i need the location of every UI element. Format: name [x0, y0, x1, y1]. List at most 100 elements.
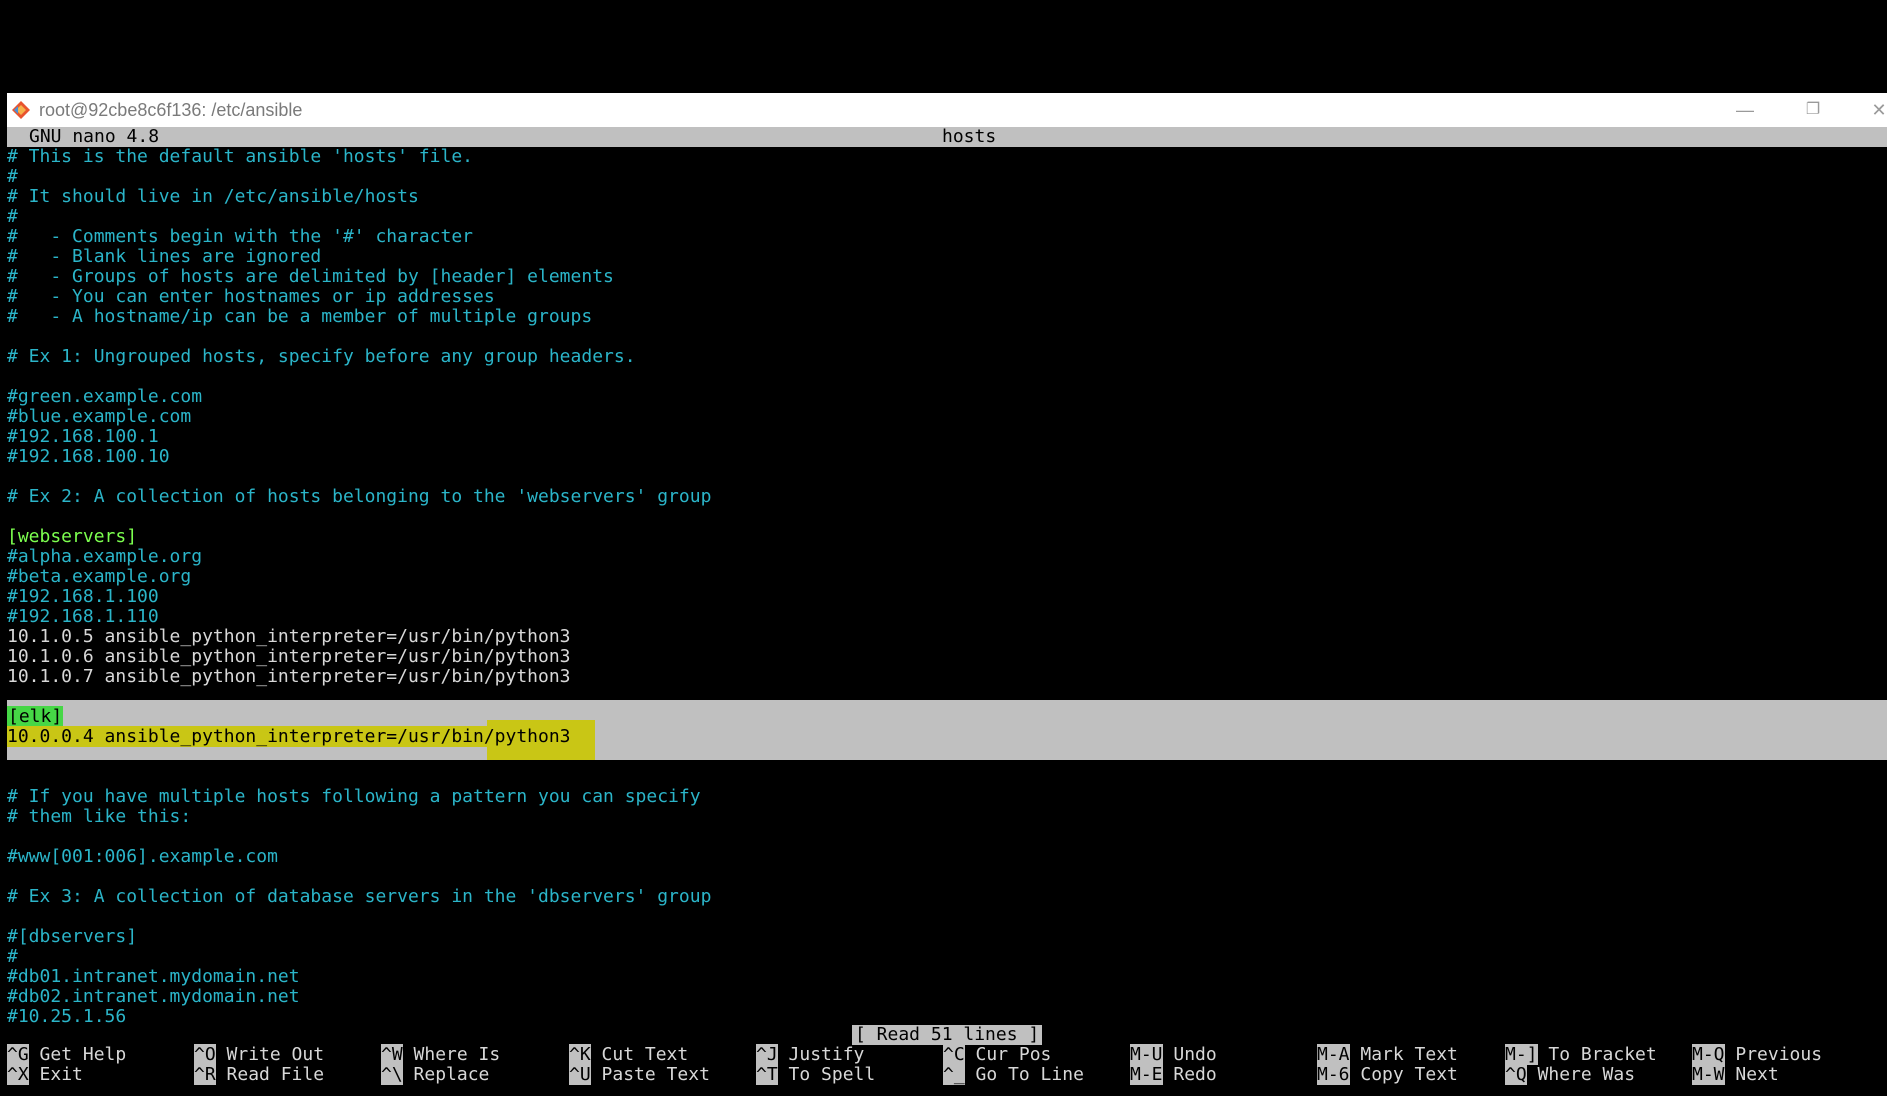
shortcut-mark-text[interactable]: M-A Mark Text: [1317, 1044, 1458, 1065]
shortcut-redo[interactable]: M-E Redo: [1130, 1064, 1217, 1085]
shortcut-next[interactable]: M-W Next: [1692, 1064, 1779, 1085]
editor-line[interactable]: # - Blank lines are ignored: [7, 247, 321, 267]
editor-line[interactable]: [elk]: [7, 706, 64, 727]
editor-line[interactable]: #192.168.100.10: [7, 447, 170, 467]
shortcut-label: Exit: [39, 1064, 83, 1085]
editor-line[interactable]: # It should live in /etc/ansible/hosts: [7, 187, 419, 207]
line-text: # Ex 2: A collection of hosts belonging …: [7, 486, 712, 507]
editor-line[interactable]: 10.1.0.6 ansible_python_interpreter=/usr…: [7, 647, 571, 667]
shortcut-replace[interactable]: ^\ Replace: [381, 1064, 490, 1085]
shortcut-exit[interactable]: ^X Exit: [7, 1064, 83, 1085]
shortcut-label: Previous: [1735, 1044, 1823, 1065]
shortcut-paste-text[interactable]: ^U Paste Text: [569, 1064, 710, 1085]
line-text: #: [7, 946, 18, 967]
line-text: # them like this:: [7, 806, 192, 827]
shortcut-key: M-6: [1317, 1064, 1350, 1085]
terminal-window: root@92cbe8c6f136: /etc/ansible — ❐ ✕ GN…: [7, 93, 1887, 1096]
shortcut-key: ^J: [756, 1044, 778, 1065]
editor-line[interactable]: # them like this:: [7, 807, 191, 827]
shortcut-label: Replace: [413, 1064, 490, 1085]
line-text: #alpha.example.org: [7, 546, 203, 567]
line-text: #192.168.1.110: [7, 606, 159, 627]
editor-line[interactable]: #www[001:006].example.com: [7, 847, 278, 867]
nano-header: GNU nano 4.8 hosts: [7, 127, 1887, 147]
editor-line[interactable]: # Ex 2: A collection of hosts belonging …: [7, 487, 711, 507]
shortcut-read-file[interactable]: ^R Read File: [194, 1064, 325, 1085]
line-text: # Ex 3: A collection of database servers…: [7, 886, 712, 907]
shortcut-previous[interactable]: M-Q Previous: [1692, 1044, 1823, 1065]
line-text: #192.168.100.1: [7, 426, 159, 447]
editor-line[interactable]: # This is the default ansible 'hosts' fi…: [7, 147, 473, 167]
editor-line[interactable]: #blue.example.com: [7, 407, 191, 427]
minimize-button[interactable]: —: [1725, 93, 1765, 127]
editor-line[interactable]: 10.1.0.7 ansible_python_interpreter=/usr…: [7, 667, 571, 687]
editor-line[interactable]: # - A hostname/ip can be a member of mul…: [7, 307, 592, 327]
shortcut-label: Undo: [1173, 1044, 1217, 1065]
shortcut-label: Read File: [226, 1064, 325, 1085]
line-text: 10.1.0.5 ansible_python_interpreter=/usr…: [7, 626, 571, 647]
shortcut-undo[interactable]: M-U Undo: [1130, 1044, 1217, 1065]
line-text: # - You can enter hostnames or ip addres…: [7, 286, 495, 307]
shortcut-label: Cur Pos: [975, 1044, 1052, 1065]
shortcut-key: ^\: [381, 1064, 403, 1085]
editor-line[interactable]: #192.168.100.1: [7, 427, 159, 447]
editor-line[interactable]: #: [7, 947, 18, 967]
restore-button[interactable]: ❐: [1793, 93, 1833, 127]
shortcut-get-help[interactable]: ^G Get Help: [7, 1044, 126, 1065]
line-text: # - A hostname/ip can be a member of mul…: [7, 306, 593, 327]
line-text: # Ex 1: Ungrouped hosts, specify before …: [7, 346, 636, 367]
editor-line[interactable]: #192.168.1.110: [7, 607, 159, 627]
line-text: #192.168.1.100: [7, 586, 159, 607]
shortcut-copy-text[interactable]: M-6 Copy Text: [1317, 1064, 1458, 1085]
editor-line[interactable]: # - You can enter hostnames or ip addres…: [7, 287, 495, 307]
shortcut-label: Justify: [788, 1044, 865, 1065]
window-titlebar[interactable]: root@92cbe8c6f136: /etc/ansible — ❐ ✕: [7, 93, 1887, 127]
shortcut-write-out[interactable]: ^O Write Out: [194, 1044, 324, 1065]
shortcut-to-bracket[interactable]: M-] To Bracket: [1505, 1044, 1657, 1065]
editor-line[interactable]: #db01.intranet.mydomain.net: [7, 967, 300, 987]
git-bash-icon: [12, 101, 30, 119]
status-message: [ Read 51 lines ]: [852, 1025, 1043, 1045]
editor-line[interactable]: #beta.example.org: [7, 567, 191, 587]
shortcut-key: M-]: [1505, 1044, 1538, 1065]
editor-line[interactable]: # If you have multiple hosts following a…: [7, 787, 701, 807]
editor-line[interactable]: #192.168.1.100: [7, 587, 159, 607]
shortcut-key: ^C: [943, 1044, 965, 1065]
editor-line[interactable]: #[dbservers]: [7, 927, 137, 947]
editor-line[interactable]: #10.25.1.56: [7, 1007, 126, 1027]
shortcut-justify[interactable]: ^J Justify: [756, 1044, 865, 1065]
shortcut-key: ^R: [194, 1064, 216, 1085]
editor-line[interactable]: # - Comments begin with the '#' characte…: [7, 227, 473, 247]
shortcut-label: Redo: [1173, 1064, 1217, 1085]
line-text: 10.1.0.7 ansible_python_interpreter=/usr…: [7, 666, 571, 687]
editor-line[interactable]: [webservers]: [7, 527, 137, 547]
shortcut-go-to-line[interactable]: ^_ Go To Line: [943, 1064, 1084, 1085]
editor-line[interactable]: 10.1.0.5 ansible_python_interpreter=/usr…: [7, 627, 571, 647]
shortcut-where-is[interactable]: ^W Where Is: [381, 1044, 500, 1065]
editor-line[interactable]: # Ex 1: Ungrouped hosts, specify before …: [7, 347, 636, 367]
nano-editor[interactable]: GNU nano 4.8 hosts # This is the default…: [7, 127, 1887, 1096]
shortcut-key: ^W: [381, 1044, 403, 1065]
editor-line[interactable]: #green.example.com: [7, 387, 202, 407]
shortcut-where-was[interactable]: ^Q Where Was: [1505, 1064, 1635, 1085]
editor-line[interactable]: 10.0.0.4 ansible_python_interpreter=/usr…: [7, 726, 571, 747]
line-text: # - Blank lines are ignored: [7, 246, 322, 267]
shortcut-key: M-U: [1130, 1044, 1163, 1065]
line-text: # - Groups of hosts are delimited by [he…: [7, 266, 614, 287]
shortcut-to-spell[interactable]: ^T To Spell: [756, 1064, 875, 1085]
shortcut-key: ^K: [569, 1044, 591, 1065]
shortcut-cut-text[interactable]: ^K Cut Text: [569, 1044, 688, 1065]
shortcut-cur-pos[interactable]: ^C Cur Pos: [943, 1044, 1052, 1065]
line-text: #www[001:006].example.com: [7, 846, 278, 867]
editor-line[interactable]: # - Groups of hosts are delimited by [he…: [7, 267, 614, 287]
nano-version: GNU nano 4.8: [29, 126, 160, 147]
editor-line[interactable]: #: [7, 207, 18, 227]
shortcut-label: Paste Text: [601, 1064, 710, 1085]
line-text: 10.1.0.6 ansible_python_interpreter=/usr…: [7, 646, 571, 667]
line-text: #: [7, 206, 18, 227]
editor-line[interactable]: #db02.intranet.mydomain.net: [7, 987, 300, 1007]
editor-line[interactable]: #: [7, 167, 18, 187]
editor-line[interactable]: # Ex 3: A collection of database servers…: [7, 887, 711, 907]
close-button[interactable]: ✕: [1859, 93, 1887, 127]
editor-line[interactable]: #alpha.example.org: [7, 547, 202, 567]
